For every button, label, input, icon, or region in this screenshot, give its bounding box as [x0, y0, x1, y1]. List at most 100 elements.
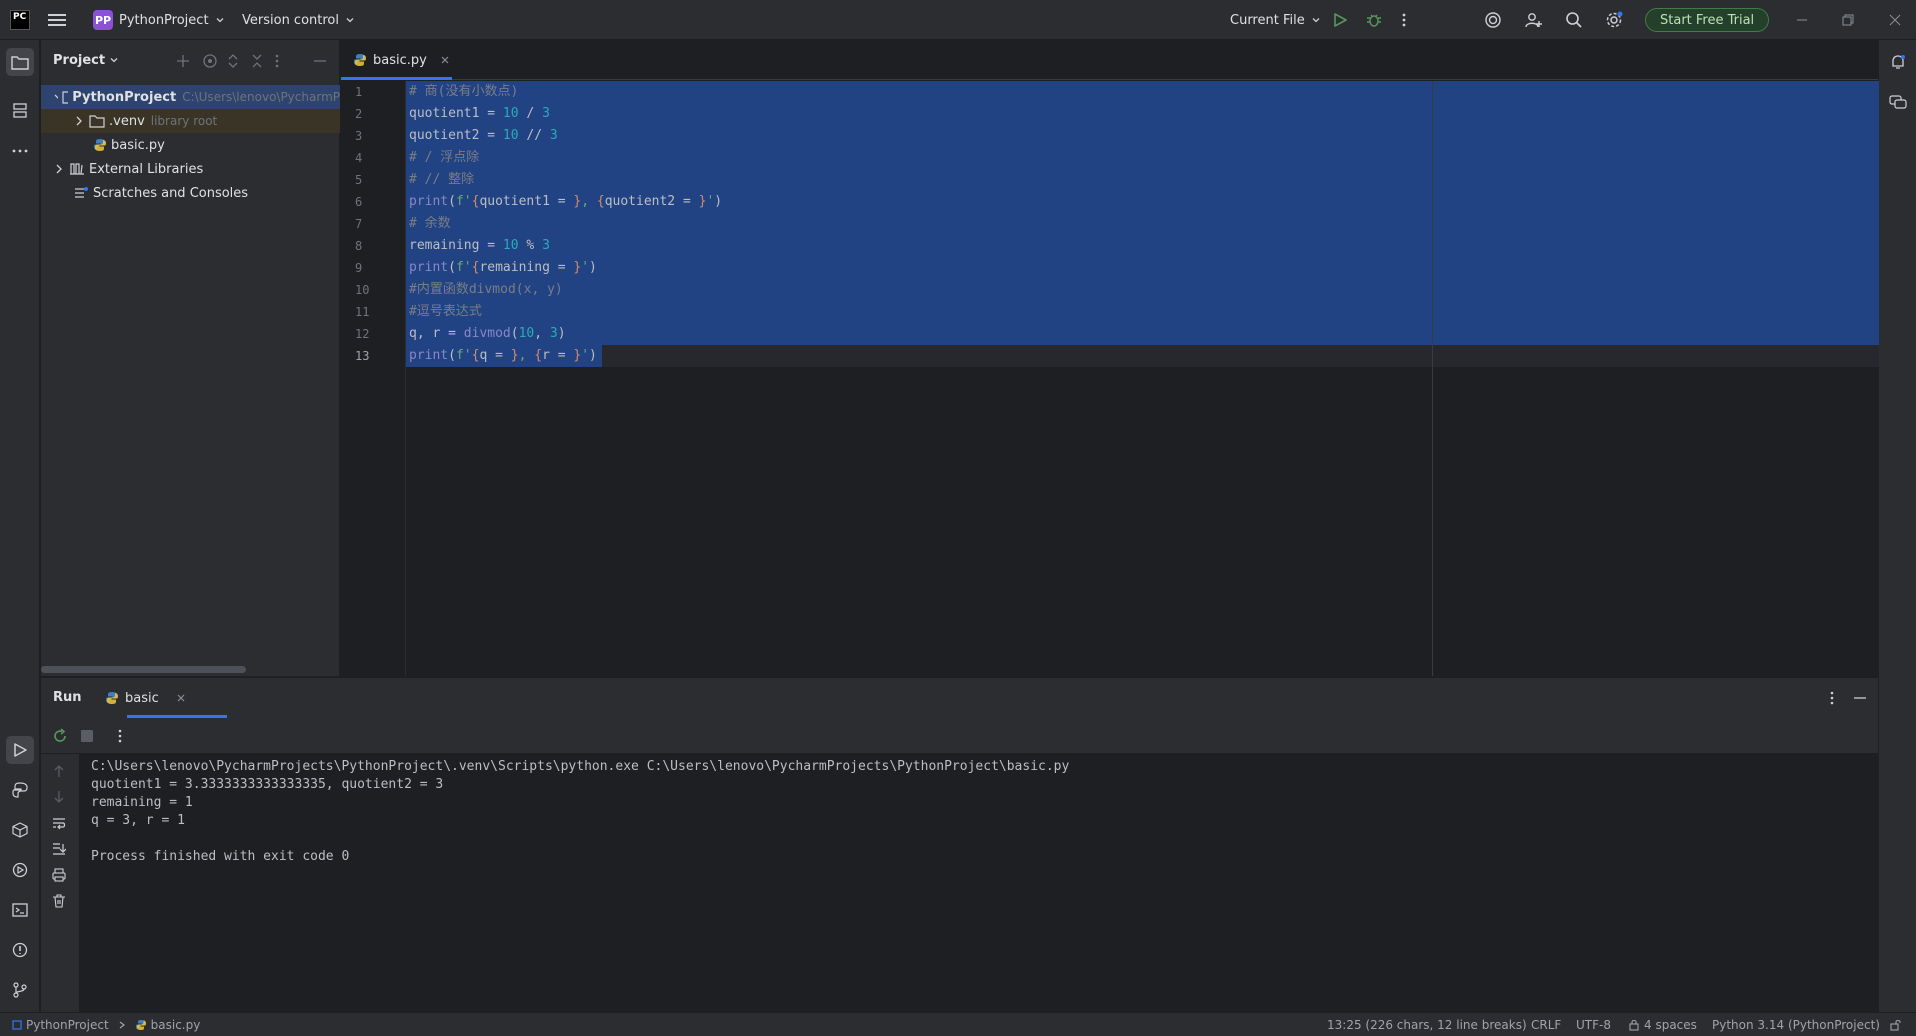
bell-icon	[1892, 55, 1905, 69]
hide-run-panel-button[interactable]	[1853, 690, 1867, 706]
breadcrumb-project[interactable]: PythonProject	[26, 1018, 109, 1032]
code-token: quotient2 =	[604, 194, 699, 209]
python-interpreter[interactable]: Python 3.14 (PythonProject)	[1712, 1013, 1880, 1036]
problems-button[interactable]	[6, 936, 34, 964]
ai-chat-button[interactable]	[1884, 88, 1912, 116]
console-output[interactable]: C:\Users\lenovo\PycharmProjects\PythonPr…	[79, 754, 1878, 1013]
code-line: # / 浮点除	[409, 147, 479, 169]
interpreter-label: Python 3.14 (PythonProject)	[1712, 1018, 1880, 1032]
project-tool-button[interactable]	[6, 48, 34, 76]
app-logo[interactable]: PC	[10, 0, 30, 40]
file-encoding[interactable]: UTF-8	[1576, 1013, 1611, 1036]
python-console-button[interactable]	[6, 776, 34, 804]
run-options-button[interactable]	[1829, 690, 1835, 706]
tree-item-scratches[interactable]: Scratches and Consoles	[41, 181, 340, 205]
expand-icon	[228, 54, 238, 68]
scroll-up-button[interactable]	[52, 764, 66, 778]
clear-all-button[interactable]	[52, 894, 66, 908]
tree-item-venv[interactable]: .venv library root	[41, 109, 340, 133]
python-file-icon	[135, 1020, 146, 1030]
code-token: )	[589, 348, 597, 363]
code-token: #内置函数divmod(x, y)	[409, 282, 563, 297]
code-with-me-button[interactable]	[1525, 0, 1543, 40]
code-token: quotient1 =	[409, 106, 503, 121]
version-control-menu[interactable]: Version control	[242, 0, 355, 40]
services-button[interactable]	[6, 856, 34, 884]
gear-icon	[1606, 11, 1623, 28]
debug-button[interactable]	[1366, 0, 1382, 40]
code-line: # 商(没有小数点)	[409, 81, 518, 103]
target-icon	[203, 54, 217, 68]
terminal-button[interactable]	[6, 896, 34, 924]
stop-button[interactable]	[81, 730, 93, 742]
run-tab-basic[interactable]: basic	[105, 678, 187, 718]
hide-panel-button[interactable]	[313, 53, 327, 69]
run-tool-button[interactable]	[6, 736, 34, 764]
code-line: quotient2 = 10 // 3	[409, 125, 558, 147]
breadcrumb-file[interactable]: basic.py	[151, 1018, 201, 1032]
minimize-button[interactable]	[1796, 0, 1808, 40]
module-icon	[12, 1020, 22, 1030]
more-actions-button[interactable]	[1401, 0, 1407, 40]
stop-icon	[81, 730, 93, 742]
python-packages-button[interactable]	[6, 816, 34, 844]
chevron-down-icon[interactable]	[109, 55, 119, 65]
line-separator[interactable]: CRLF	[1531, 1013, 1561, 1036]
arrow-up-icon	[54, 765, 64, 777]
scroll-down-button[interactable]	[52, 790, 66, 804]
restore-button[interactable]	[1842, 0, 1854, 40]
notifications-button[interactable]	[1884, 48, 1912, 76]
folder-icon	[11, 56, 29, 70]
caret-position[interactable]: 13:25 (226 chars, 12 line breaks)	[1327, 1013, 1527, 1036]
project-panel-title[interactable]: Project	[53, 53, 105, 68]
project-options-button[interactable]	[274, 53, 280, 69]
code-token: }	[510, 348, 519, 363]
run-button[interactable]	[1332, 0, 1348, 40]
code-line: # // 整除	[409, 169, 474, 191]
collapse-all-button[interactable]	[250, 53, 264, 69]
structure-tool-button[interactable]	[6, 97, 34, 125]
editor-tab-basic-py[interactable]: basic.py	[349, 40, 455, 80]
soft-wrap-button[interactable]	[52, 816, 66, 830]
expand-all-button[interactable]	[226, 53, 240, 69]
close-icon[interactable]	[439, 54, 451, 66]
code-token: /	[518, 106, 543, 121]
project-selector[interactable]: PP PythonProject	[93, 0, 225, 40]
search-everywhere-button[interactable]	[1565, 0, 1583, 40]
main-menu-button[interactable]	[48, 0, 66, 40]
close-window-button[interactable]	[1889, 0, 1901, 40]
tree-item-basic-py[interactable]: basic.py	[41, 133, 340, 157]
read-only-toggle[interactable]	[1890, 1013, 1902, 1036]
code-token: ,	[581, 194, 597, 209]
locate-file-button[interactable]	[202, 53, 218, 69]
tree-item-external-libraries[interactable]: External Libraries	[41, 157, 340, 181]
version-control-tool-button[interactable]	[6, 976, 34, 1004]
ai-assistant-button[interactable]	[1484, 0, 1502, 40]
editor-area: basic.py 1 2 3 4 5 6 7 8 9 10 11 12 13 # 商(没有小数点) quo…	[341, 40, 1879, 676]
chevron-right-icon	[119, 1021, 125, 1029]
run-configuration-selector[interactable]: Current File	[1230, 0, 1321, 40]
indent-setting[interactable]: 4 spaces	[1628, 1013, 1697, 1036]
line-number: 10	[355, 283, 370, 297]
code-editor[interactable]: # 商(没有小数点) quotient1 = 10 / 3 quotient2 = …	[405, 81, 1879, 676]
caret-position-label: 13:25 (226 chars, 12 line breaks)	[1327, 1018, 1527, 1032]
rerun-button[interactable]	[52, 728, 68, 744]
code-line: quotient1 = 10 / 3	[409, 103, 550, 125]
new-file-button[interactable]	[175, 53, 191, 69]
code-token: #逗号表达式	[409, 304, 482, 319]
code-token: %	[518, 238, 543, 253]
code-token: '	[581, 260, 590, 275]
more-tools-button[interactable]	[6, 137, 34, 165]
print-button[interactable]	[52, 868, 66, 882]
line-number: 12	[355, 327, 370, 341]
close-icon[interactable]	[175, 692, 187, 704]
horizontal-scrollbar[interactable]	[41, 666, 246, 673]
project-panel-header: Project	[41, 40, 339, 80]
start-free-trial-button[interactable]: Start Free Trial	[1645, 0, 1770, 40]
scroll-to-end-button[interactable]	[52, 842, 66, 856]
code-token: {	[596, 194, 605, 209]
settings-button[interactable]	[1605, 0, 1623, 40]
run-toolbar-more-button[interactable]	[117, 728, 123, 744]
tree-item-project-root[interactable]: PythonProject C:\Users\lenovo\PycharmP	[41, 85, 340, 109]
active-tab-indicator	[341, 77, 452, 80]
